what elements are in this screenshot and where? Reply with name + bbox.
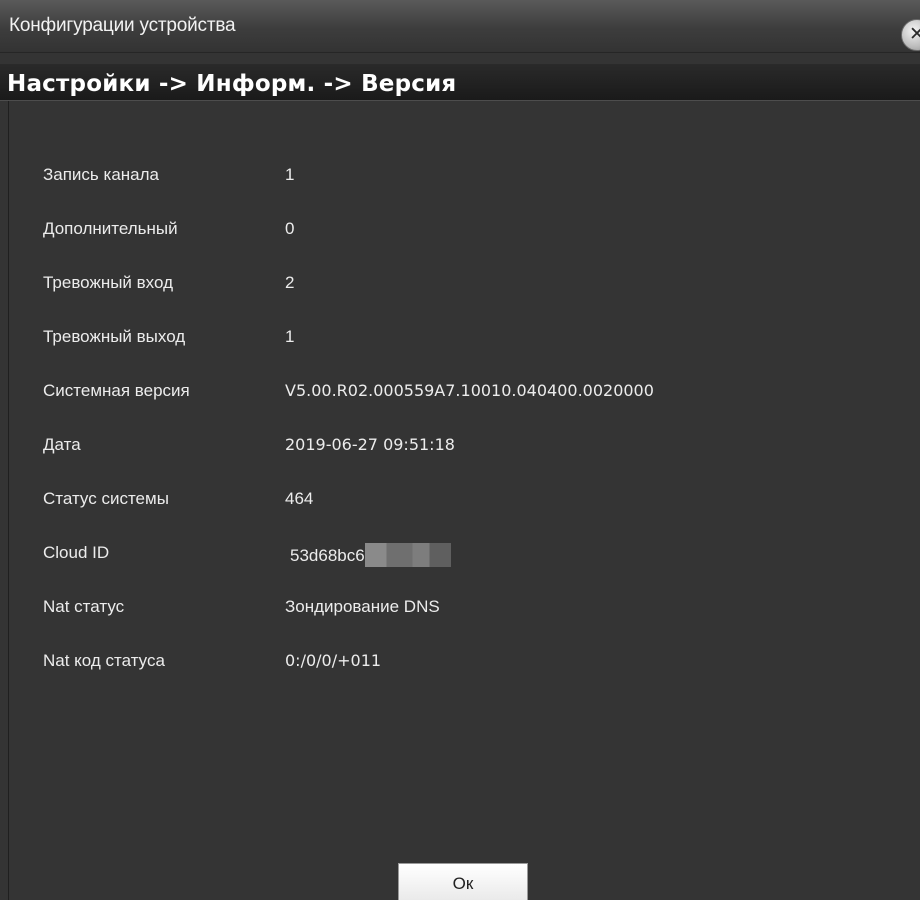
window-title: Конфигурации устройства xyxy=(9,15,236,36)
info-label: Nat код статуса xyxy=(43,651,165,670)
info-value: 2019-06-27 09:51:18 xyxy=(285,435,455,454)
device-config-window: Конфигурации устройства ✕ Настройки -> И… xyxy=(0,0,920,900)
info-value: V5.00.R02.000559A7.10010.040400.0020000 xyxy=(285,381,654,400)
info-label: Запись канала xyxy=(43,165,159,184)
info-row-extra: Дополнительный 0 xyxy=(9,213,909,245)
info-row-system-version: Системная версия V5.00.R02.000559A7.1001… xyxy=(9,375,909,407)
title-bar[interactable]: Конфигурации устройства ✕ xyxy=(0,0,920,53)
version-info-panel: Запись канала 1 Дополнительный 0 Тревожн… xyxy=(8,101,920,900)
info-label: Тревожный вход xyxy=(43,273,173,292)
info-row-date: Дата 2019-06-27 09:51:18 xyxy=(9,429,909,461)
info-label: Тревожный выход xyxy=(43,327,186,346)
info-label: Cloud ID xyxy=(43,543,110,562)
info-value-cloud-id: 53d68bc6 xyxy=(290,543,451,567)
redacted-block xyxy=(364,543,451,567)
info-row-alarm-out: Тревожный выход 1 xyxy=(9,321,909,353)
info-row-record-channel: Запись канала 1 xyxy=(9,159,909,191)
info-label: Дата xyxy=(43,435,81,454)
info-row-alarm-in: Тревожный вход 2 xyxy=(9,267,909,299)
info-value: 1 xyxy=(285,327,295,346)
info-row-nat-status: Nat статус Зондирование DNS xyxy=(9,591,909,623)
info-value: 2 xyxy=(285,273,295,292)
ok-button[interactable]: Ок xyxy=(398,863,528,900)
info-label: Системная версия xyxy=(43,381,190,400)
cloud-id-text: 53d68bc6 xyxy=(290,546,365,565)
info-label: Статус системы xyxy=(43,489,169,508)
breadcrumb-bar: Настройки -> Информ. -> Версия xyxy=(0,64,920,101)
info-value: 0:/0/0/+011 xyxy=(285,651,382,670)
info-value: 0 xyxy=(285,219,295,238)
info-value: 464 xyxy=(285,489,314,508)
info-row-cloud-id: Cloud ID 53d68bc6 xyxy=(9,537,909,569)
info-label: Дополнительный xyxy=(43,219,178,238)
breadcrumb: Настройки -> Информ. -> Версия xyxy=(7,71,457,97)
close-icon[interactable]: ✕ xyxy=(901,19,920,51)
info-label: Nat статус xyxy=(43,597,125,616)
info-value: Зондирование DNS xyxy=(285,597,440,616)
info-row-system-status: Статус системы 464 xyxy=(9,483,909,515)
info-value: 1 xyxy=(285,165,295,184)
info-row-nat-code: Nat код статуса 0:/0/0/+011 xyxy=(9,645,909,677)
